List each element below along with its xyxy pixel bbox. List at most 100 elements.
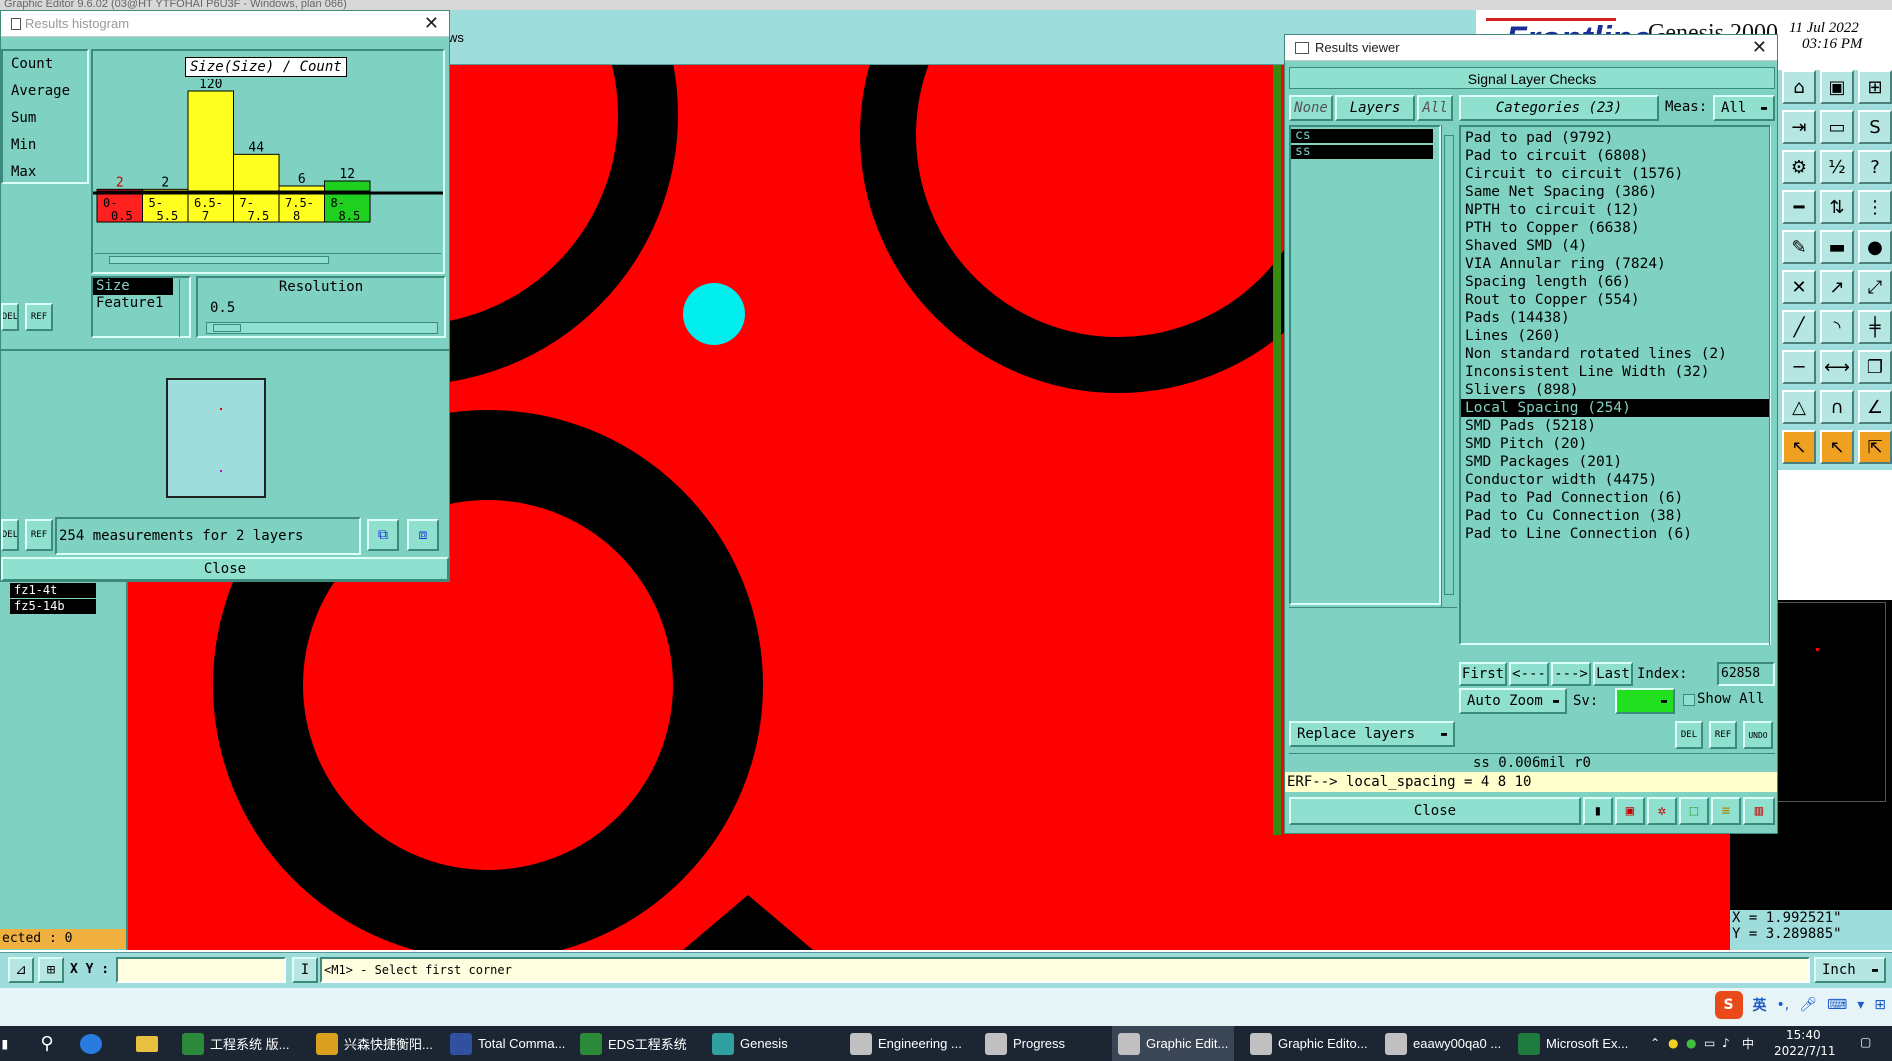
notes-icon[interactable]: ≡	[1711, 797, 1741, 825]
import-icon[interactable]: ⧈	[407, 519, 439, 551]
taskbar-item[interactable]: Microsoft Ex...	[1518, 1026, 1628, 1061]
stat-sum[interactable]: Sum	[3, 105, 87, 132]
report-icon[interactable]: ▣	[1615, 797, 1645, 825]
category-item[interactable]: Inconsistent Line Width (32)	[1461, 363, 1769, 381]
triangle-icon[interactable]: △	[1782, 390, 1816, 424]
start-button[interactable]: ▮	[0, 1026, 10, 1061]
category-item[interactable]: Conductor width (4475)	[1461, 471, 1769, 489]
category-item[interactable]: Pad to Line Connection (6)	[1461, 525, 1769, 543]
category-item[interactable]: Pads (14438)	[1461, 309, 1769, 327]
category-item[interactable]: Non standard rotated lines (2)	[1461, 345, 1769, 363]
ref-button-small[interactable]: REF	[25, 303, 53, 331]
none-button[interactable]: None	[1289, 95, 1333, 121]
auto-zoom-dropdown[interactable]: Auto Zoom ▬	[1459, 688, 1567, 714]
stat-max[interactable]: Max	[3, 159, 87, 186]
tray-up-icon[interactable]: ⌃	[1650, 1036, 1660, 1050]
histogram-bar[interactable]	[187, 90, 234, 192]
stat-average[interactable]: Average	[3, 78, 87, 105]
taskbar-item[interactable]: EDS工程系统	[580, 1026, 687, 1061]
menu-partial[interactable]: ws	[448, 30, 464, 45]
slider-thumb[interactable]	[213, 324, 241, 332]
taskbar-item[interactable]: Progress	[985, 1026, 1065, 1061]
move-point-icon[interactable]: ⤢	[1858, 270, 1892, 304]
copy-icon[interactable]: ❐	[1858, 350, 1892, 384]
stat-count[interactable]: Count	[3, 51, 87, 78]
keyboard-icon[interactable]: ⌨	[1827, 997, 1847, 1013]
category-item[interactable]: Pad to Cu Connection (38)	[1461, 507, 1769, 525]
export-icon[interactable]: ⧉	[367, 519, 399, 551]
tray-app-icon[interactable]: ●	[1668, 1036, 1678, 1050]
select-icon[interactable]: ↖	[1820, 430, 1854, 464]
all-layers-button[interactable]: All	[1417, 95, 1453, 121]
cross-icon[interactable]: ✕	[1782, 270, 1816, 304]
category-item[interactable]: Lines (260)	[1461, 327, 1769, 345]
taskbar-item[interactable]: Total Comma...	[450, 1026, 565, 1061]
category-item[interactable]: Circuit to circuit (1576)	[1461, 165, 1769, 183]
notification-icon[interactable]: ▢	[1860, 1035, 1871, 1049]
ime-indicator[interactable]: 中	[1742, 1035, 1754, 1052]
category-item[interactable]: Local Spacing (254)	[1461, 399, 1769, 417]
category-item[interactable]: Pad to pad (9792)	[1461, 129, 1769, 147]
pad-icon[interactable]: ●	[1858, 230, 1892, 264]
taskbar-item[interactable]: Graphic Edit...	[1112, 1026, 1235, 1061]
prev-button[interactable]: <---	[1509, 662, 1549, 686]
grid-icon[interactable]: ⊞	[1858, 70, 1892, 104]
volume-icon[interactable]: ♪	[1722, 1036, 1730, 1050]
arch-icon[interactable]: ∩	[1820, 390, 1854, 424]
histogram-bar[interactable]	[324, 180, 371, 192]
index-field[interactable]: 62858	[1717, 662, 1775, 686]
xy-input[interactable]	[116, 957, 286, 983]
category-item[interactable]: SMD Pitch (20)	[1461, 435, 1769, 453]
first-button[interactable]: First	[1459, 662, 1507, 686]
layout-icon[interactable]: ▣	[1820, 70, 1854, 104]
histogram-icon[interactable]: ▥	[1743, 797, 1775, 825]
snap-point-icon[interactable]: ↗	[1820, 270, 1854, 304]
multi-select-icon[interactable]: ⇱	[1858, 430, 1892, 464]
pointer-icon[interactable]: ↖	[1782, 430, 1816, 464]
units-dropdown[interactable]: Inch ▬	[1814, 957, 1886, 983]
sv-color-dropdown[interactable]: ▬	[1615, 688, 1675, 714]
feature-item-size[interactable]: Size	[93, 278, 173, 295]
category-item[interactable]: SMD Packages (201)	[1461, 453, 1769, 471]
layer-scrollbar[interactable]	[1441, 125, 1457, 607]
scroll-thumb[interactable]	[109, 256, 329, 264]
feature-scrollbar[interactable]	[179, 279, 193, 337]
ime-lang[interactable]: 英	[1753, 995, 1767, 1015]
grid-tool-icon[interactable]: ⊞	[38, 957, 64, 983]
sogou-icon[interactable]: S	[1714, 991, 1743, 1019]
category-item[interactable]: Slivers (898)	[1461, 381, 1769, 399]
taskbar-item[interactable]: Genesis	[712, 1026, 788, 1061]
next-button[interactable]: --->	[1551, 662, 1591, 686]
layer-hscrollbar[interactable]	[1289, 607, 1457, 619]
category-item[interactable]: Same Net Spacing (386)	[1461, 183, 1769, 201]
chart-scrollbar[interactable]	[95, 253, 441, 267]
window-icon[interactable]: ▭	[1820, 110, 1854, 144]
chart-tool-icon[interactable]: ▮	[1583, 797, 1613, 825]
category-item[interactable]: Spacing length (66)	[1461, 273, 1769, 291]
viewer-close-button[interactable]: Close	[1289, 797, 1581, 825]
fence-icon[interactable]: ╪	[1858, 310, 1892, 344]
viewer-undo-button[interactable]: UNDO	[1743, 721, 1773, 749]
measure-icon[interactable]: ⚙	[1782, 150, 1816, 184]
zoom-home-icon[interactable]: ⌂	[1782, 70, 1816, 104]
category-item[interactable]: PTH to Copper (6638)	[1461, 219, 1769, 237]
replace-layers-dropdown[interactable]: Replace layers ▬	[1289, 721, 1455, 747]
ruler-icon[interactable]: ▬	[1820, 230, 1854, 264]
resolution-slider[interactable]	[206, 322, 438, 334]
punct-icon[interactable]: •,	[1777, 997, 1790, 1013]
stat-min[interactable]: Min	[3, 132, 87, 159]
search-icon[interactable]: ⚲	[32, 1026, 62, 1061]
angle-icon[interactable]: ∠	[1858, 390, 1892, 424]
category-item[interactable]: Rout to Copper (554)	[1461, 291, 1769, 309]
taskbar-item[interactable]: eaawy00qa0 ...	[1385, 1026, 1501, 1061]
cursor-icon[interactable]: I	[292, 957, 318, 983]
tray-sec-icon[interactable]: ●	[1686, 1036, 1696, 1050]
category-item[interactable]: Pad to circuit (6808)	[1461, 147, 1769, 165]
category-item[interactable]: Pad to Pad Connection (6)	[1461, 489, 1769, 507]
pan-icon[interactable]: ⇥	[1782, 110, 1816, 144]
edge-icon[interactable]	[80, 1034, 102, 1054]
hline-icon[interactable]: ─	[1782, 350, 1816, 384]
scale-icon[interactable]: ½	[1820, 150, 1854, 184]
viewer-del-button[interactable]: DEL	[1675, 721, 1703, 749]
dimension-icon[interactable]: ⟷	[1820, 350, 1854, 384]
